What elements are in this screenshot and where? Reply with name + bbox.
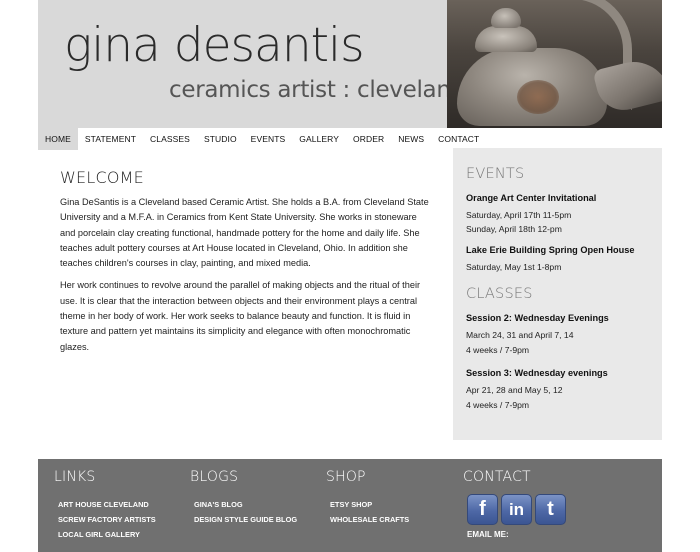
event-date: Saturday, April 17th 11-5pm	[466, 210, 572, 220]
tumblr-icon[interactable]: t	[535, 494, 566, 525]
footer-links-heading: LINKS	[54, 469, 96, 485]
classes-heading: CLASSES	[466, 286, 533, 302]
nav-gallery[interactable]: GALLERY	[292, 128, 346, 150]
main-nav: HOME STATEMENT CLASSES STUDIO EVENTS GAL…	[38, 128, 662, 150]
nav-studio[interactable]: STUDIO	[197, 128, 244, 150]
nav-home[interactable]: HOME	[38, 128, 78, 150]
sidebar: EVENTS Orange Art Center Invitational Sa…	[453, 148, 662, 440]
footer-blog-link[interactable]: DESIGN STYLE GUIDE BLOG	[190, 512, 297, 527]
facebook-icon[interactable]: f	[467, 494, 498, 525]
footer-shop-link[interactable]: ETSY SHOP	[326, 497, 409, 512]
main-content: WELCOME Gina DeSantis is a Cleveland bas…	[60, 168, 430, 362]
footer-shop-heading: SHOP	[326, 469, 366, 485]
event-title: Lake Erie Building Spring Open House	[466, 245, 635, 255]
footer-shop-column: SHOP ETSY SHOP WHOLESALE CRAFTS	[326, 469, 409, 527]
event-item: Orange Art Center Invitational Saturday,…	[466, 193, 650, 236]
welcome-heading: WELCOME	[60, 168, 144, 187]
class-item: Session 3: Wednesday evenings Apr 21, 28…	[466, 368, 650, 412]
class-item: Session 2: Wednesday Evenings March 24, …	[466, 313, 650, 357]
footer-blogs-column: BLOGS GINA'S BLOG DESIGN STYLE GUIDE BLO…	[190, 469, 297, 527]
teapot-lid	[475, 26, 537, 52]
footer: LINKS ART HOUSE CLEVELAND SCREW FACTORY …	[38, 459, 662, 552]
nav-news[interactable]: NEWS	[391, 128, 431, 150]
nav-order[interactable]: ORDER	[346, 128, 391, 150]
nav-statement[interactable]: STATEMENT	[78, 128, 143, 150]
work-paragraph: Her work continues to revolve around the…	[60, 280, 421, 352]
linkedin-icon[interactable]: in	[501, 494, 532, 525]
footer-blogs-heading: BLOGS	[190, 469, 239, 485]
event-date: Sunday, April 18th 12-pm	[466, 224, 562, 234]
site-subtitle: ceramics artist : cleveland	[169, 77, 465, 103]
teapot-knob	[491, 8, 521, 28]
social-buttons: f in t	[463, 494, 566, 525]
footer-link[interactable]: SCREW FACTORY ARTISTS	[54, 512, 156, 527]
teapot-photo	[447, 0, 662, 128]
footer-shop-link[interactable]: WHOLESALE CRAFTS	[326, 512, 409, 527]
events-heading: EVENTS	[466, 166, 525, 182]
class-schedule: 4 weeks / 7-9pm	[466, 399, 530, 410]
footer-links-column: LINKS ART HOUSE CLEVELAND SCREW FACTORY …	[54, 469, 156, 542]
email-label[interactable]: EMAIL ME:	[463, 530, 566, 539]
class-title: Session 3: Wednesday evenings	[466, 368, 608, 378]
nav-classes[interactable]: CLASSES	[143, 128, 197, 150]
footer-link[interactable]: ART HOUSE CLEVELAND	[54, 497, 156, 512]
footer-contact-column: CONTACT f in t EMAIL ME:	[463, 469, 566, 539]
class-dates: March 24, 31 and April 7, 14	[466, 330, 574, 340]
event-item: Lake Erie Building Spring Open House Sat…	[466, 245, 650, 274]
teapot-glaze	[517, 80, 559, 114]
nav-contact[interactable]: CONTACT	[431, 128, 486, 150]
event-title: Orange Art Center Invitational	[466, 193, 597, 203]
footer-link[interactable]: LOCAL GIRL GALLERY	[54, 527, 156, 542]
footer-contact-heading: CONTACT	[463, 469, 531, 485]
class-title: Session 2: Wednesday Evenings	[466, 313, 609, 323]
nav-events[interactable]: EVENTS	[244, 128, 293, 150]
event-date: Saturday, May 1st 1-8pm	[466, 262, 562, 272]
class-schedule: 4 weeks / 7-9pm	[466, 344, 530, 355]
footer-blog-link[interactable]: GINA'S BLOG	[190, 497, 297, 512]
site-title[interactable]: gina desantis	[64, 22, 365, 69]
class-dates: Apr 21, 28 and May 5, 12	[466, 385, 563, 395]
intro-paragraph: Gina DeSantis is a Cleveland based Ceram…	[60, 197, 429, 269]
